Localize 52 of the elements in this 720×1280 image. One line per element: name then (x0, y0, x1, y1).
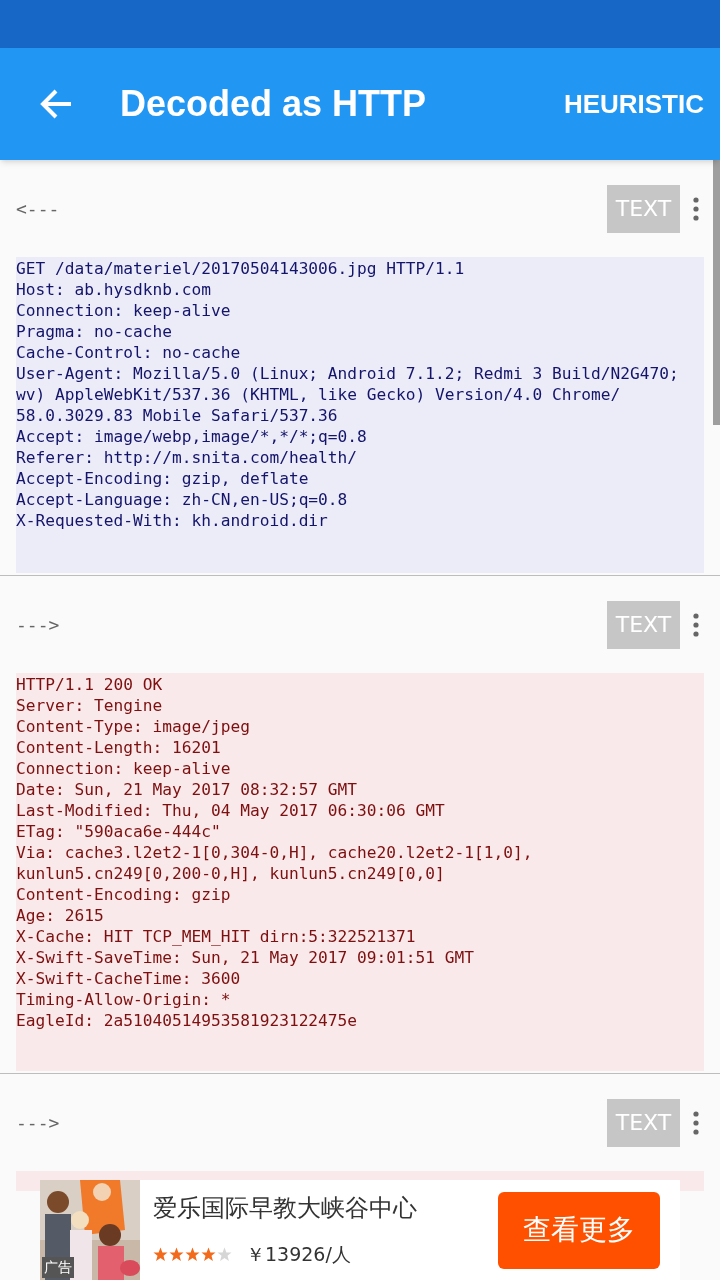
header-line: Content-Length: 16201 (16, 737, 221, 758)
header-line: Content-Type: image/jpeg (16, 716, 250, 737)
header-line: Connection: keep-alive (16, 758, 231, 779)
header-line: Accept-Language: zh-CN,en-US;q=0.8 (16, 489, 348, 510)
star-icon (201, 1246, 216, 1262)
header-line: kunlun5.cn249[0,200-0,H], kunlun5.cn249[0,0] (16, 863, 445, 884)
text-button[interactable]: TEXT (607, 600, 680, 649)
more-options-icon[interactable] (693, 1110, 699, 1135)
ad-title: 爱乐国际早教大峡谷中心 (153, 1193, 418, 1224)
header-line: Host: ab.hysdknb.com (16, 279, 211, 300)
back-arrow-icon[interactable] (39, 88, 73, 120)
header-line: Accept: image/webp,image/*,*/*;q=0.8 (16, 426, 367, 447)
header-line: Via: cache3.l2et2-1[0,304-0,H], cache20.l2et2-1[1,0], (16, 842, 533, 863)
header-line: X-Swift-CacheTime: 3600 (16, 968, 241, 989)
header-line: EagleId: 2a51040514953581923122475e (16, 1010, 358, 1031)
header-line: X-Cache: HIT TCP_MEM_HIT dirn:5:322521371 (16, 926, 416, 947)
see-more-button[interactable]: 查看更多 (498, 1191, 660, 1269)
more-options-icon[interactable] (693, 612, 699, 637)
header-line: wv) AppleWebKit/537.36 (KHTML, like Gecko) Version/4.0 Chrome/ (16, 384, 621, 405)
ad-label: 广告 (42, 1257, 74, 1278)
header-line: HTTP/1.1 200 OK (16, 674, 163, 695)
header-line: Age: 2615 (16, 905, 104, 926)
text-button[interactable]: TEXT (607, 184, 680, 233)
ad-banner[interactable]: 广告 爱乐国际早教大峡谷中心 ￥13926/人 查看更多 (40, 1180, 680, 1280)
header-line: Timing-Allow-Origin: * (16, 989, 231, 1010)
star-icon (185, 1246, 200, 1262)
more-options-icon[interactable] (693, 196, 699, 221)
header-line: Referer: http://m.snita.com/health/ (16, 447, 358, 468)
header-line: Last-Modified: Thu, 04 May 2017 06:30:06 GMT (16, 800, 445, 821)
ad-price: ￥13926/人 (246, 1242, 351, 1267)
header-line: X-Swift-SaveTime: Sun, 21 May 2017 09:01:51 GMT (16, 947, 475, 968)
direction-label: ---> (16, 613, 61, 637)
direction-label: <--- (16, 197, 61, 221)
text-button[interactable]: TEXT (607, 1098, 680, 1147)
header-line: Content-Encoding: gzip (16, 884, 231, 905)
star-icon (217, 1246, 232, 1262)
heuristic-button[interactable]: HEURISTIC (563, 84, 704, 124)
header-line: GET /data/materiel/20170504143006.jpg HTTP/1.1 (16, 258, 465, 279)
header-line: Date: Sun, 21 May 2017 08:32:57 GMT (16, 779, 358, 800)
star-icon (153, 1246, 168, 1262)
header-line: Pragma: no-cache (16, 321, 172, 342)
header-line: Connection: keep-alive (16, 300, 231, 321)
header-line: User-Agent: Mozilla/5.0 (Linux; Android 7.1.2; Redmi 3 Build/N2G470; (16, 363, 679, 384)
star-icon (169, 1246, 184, 1262)
header-line: Accept-Encoding: gzip, deflate (16, 468, 309, 489)
direction-label: ---> (16, 1111, 61, 1135)
header-line: Server: Tengine (16, 695, 163, 716)
screen-title: Decoded as HTTP (120, 82, 428, 126)
header-line: Cache-Control: no-cache (16, 342, 241, 363)
header-line: X-Requested-With: kh.android.dir (16, 510, 328, 531)
header-line: ETag: "590aca6e-444c" (16, 821, 221, 842)
header-line: 58.0.3029.83 Mobile Safari/537.36 (16, 405, 338, 426)
